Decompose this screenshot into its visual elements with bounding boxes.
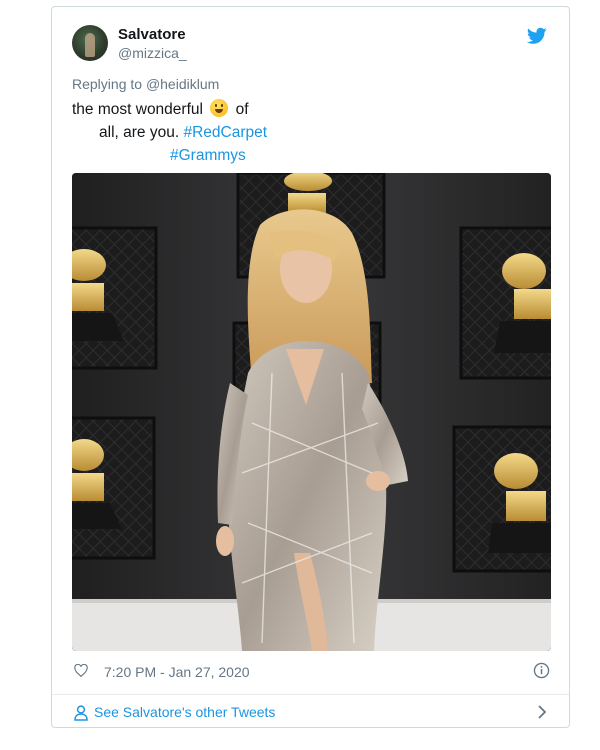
tweet-header: Salvatore @mizzica_ (72, 25, 551, 67)
tweet-timestamp[interactable]: 7:20 PM - Jan 27, 2020 (104, 664, 250, 680)
embedded-tweet-card: Salvatore @mizzica_ Replying to @heidikl… (51, 6, 570, 728)
chevron-right-icon[interactable] (537, 705, 547, 719)
tweet-meta: 7:20 PM - Jan 27, 2020 (72, 661, 551, 683)
text-segment: of (235, 101, 249, 118)
avatar[interactable] (72, 25, 108, 61)
author-handle[interactable]: @mizzica_ (118, 45, 187, 61)
twitter-bird-icon[interactable] (527, 27, 547, 45)
replying-to: Replying to @heidiklum (72, 76, 219, 92)
hashtag-link[interactable]: #Grammys (170, 147, 246, 164)
tweet-text-line-3: #Grammys (72, 144, 267, 167)
text-segment: all, are you. (99, 124, 180, 141)
replying-handle-link[interactable]: @heidiklum (146, 76, 219, 92)
author-name[interactable]: Salvatore (118, 26, 186, 43)
person-icon (74, 705, 88, 721)
tweet-text-line-2: all, are you. #RedCarpet (72, 121, 267, 144)
tweet-text-line-1: the most wonderful of (72, 98, 267, 121)
divider (52, 694, 569, 695)
grinning-face-emoji-icon (210, 99, 229, 117)
tweet-text: the most wonderful of all, are you. #Red… (72, 98, 267, 167)
heart-icon[interactable] (74, 664, 88, 677)
info-icon[interactable] (533, 662, 550, 679)
other-tweets-label[interactable]: See Salvatore's other Tweets (94, 704, 275, 720)
text-segment: the most wonderful (72, 101, 203, 118)
other-tweets-link[interactable]: See Salvatore's other Tweets (72, 703, 551, 725)
replying-prefix: Replying to (72, 76, 143, 92)
tweet-photo[interactable] (72, 173, 551, 651)
hashtag-link[interactable]: #RedCarpet (183, 124, 267, 141)
red-carpet-photo-illustration (72, 173, 551, 651)
